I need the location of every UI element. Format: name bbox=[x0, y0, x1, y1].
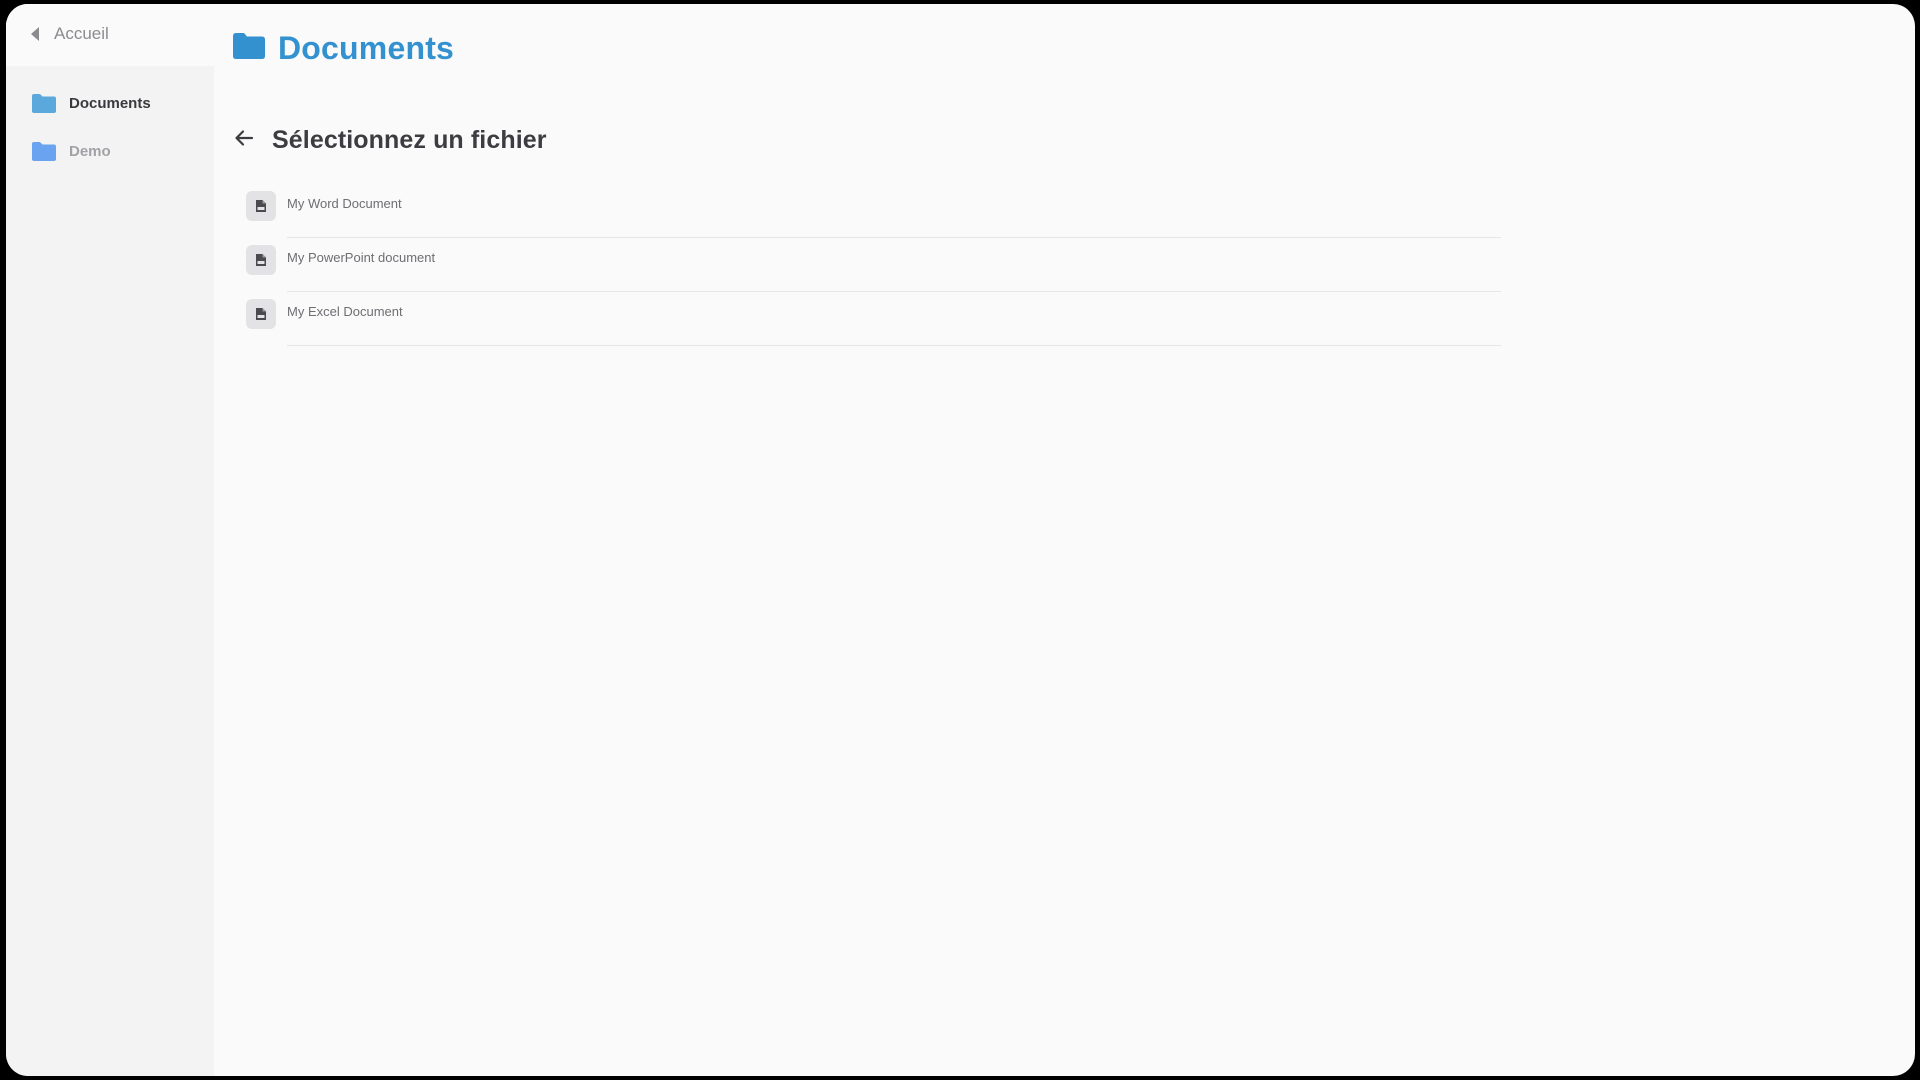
sidebar-item-documents[interactable]: Documents bbox=[31, 92, 151, 114]
pdf-file-icon bbox=[246, 245, 276, 275]
file-name: My PowerPoint document bbox=[287, 250, 436, 265]
app-window: Accueil Documents Demo Documents Sélecti… bbox=[6, 4, 1915, 1076]
home-back-label: Accueil bbox=[54, 24, 109, 43]
page-title: Documents bbox=[278, 30, 455, 66]
file-picker-title: Sélectionnez un fichier bbox=[272, 126, 547, 154]
file-list-item[interactable]: My Excel Document bbox=[246, 292, 1501, 346]
file-name: My Excel Document bbox=[287, 304, 403, 319]
caret-left-icon bbox=[30, 26, 40, 42]
file-list-item[interactable]: My PowerPoint document bbox=[246, 238, 1501, 292]
sidebar-header: Accueil bbox=[6, 4, 214, 66]
file-name: My Word Document bbox=[287, 196, 402, 211]
folder-icon bbox=[31, 140, 57, 162]
folder-icon bbox=[31, 92, 57, 114]
sidebar-item-label: Documents bbox=[69, 94, 151, 112]
home-back-link[interactable]: Accueil bbox=[30, 24, 109, 44]
sidebar-item-demo[interactable]: Demo bbox=[31, 140, 111, 162]
page-header: Documents bbox=[232, 30, 454, 67]
divider bbox=[287, 345, 1501, 346]
file-picker-header: Sélectionnez un fichier bbox=[234, 126, 547, 155]
file-list-item[interactable]: My Word Document bbox=[246, 184, 1501, 238]
pdf-file-icon bbox=[246, 191, 276, 221]
file-list: My Word Document My PowerPoint document bbox=[246, 184, 1501, 346]
arrow-left-icon[interactable] bbox=[234, 129, 254, 152]
sidebar-item-label: Demo bbox=[69, 142, 111, 160]
folder-icon bbox=[232, 32, 266, 65]
pdf-file-icon bbox=[246, 299, 276, 329]
sidebar: Accueil Documents Demo bbox=[6, 4, 214, 1076]
